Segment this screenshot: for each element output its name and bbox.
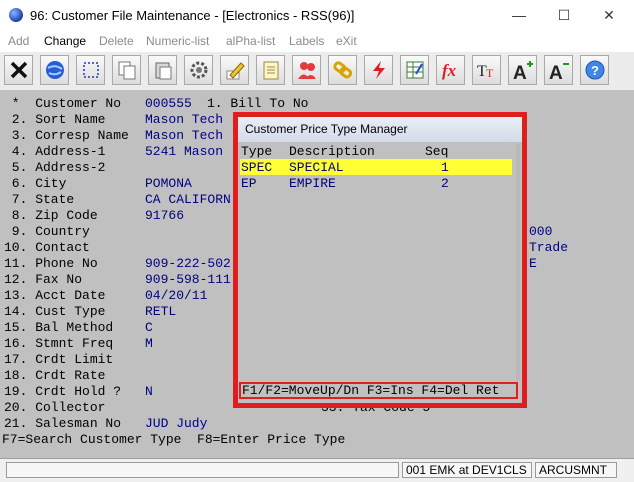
field-label: 5. Address-2: [4, 160, 106, 175]
close-x-icon[interactable]: [4, 55, 33, 85]
lightning-icon[interactable]: [364, 55, 393, 85]
app-logo-icon: [9, 8, 23, 22]
row-seq: 1: [441, 160, 449, 175]
text-format-icon[interactable]: TT: [472, 55, 501, 85]
edit-pencil-icon[interactable]: [220, 55, 249, 85]
field-label: 16. Stmnt Freq: [4, 336, 114, 351]
maximize-button[interactable]: ☐: [544, 4, 584, 26]
row-description: EMPIRE: [289, 176, 336, 191]
col-header-type: Type: [241, 144, 273, 159]
field-value[interactable]: Mason Tech: [145, 128, 223, 143]
bill-to-label: 1. Bill To No: [207, 96, 309, 111]
row-seq: 2: [441, 176, 449, 191]
svg-text:A: A: [513, 63, 527, 81]
menu-numeric-list[interactable]: Numeric-list: [146, 34, 209, 48]
copy-icon[interactable]: [112, 55, 141, 85]
right-value-1: 000: [529, 224, 553, 239]
field-value[interactable]: 04/20/11: [145, 288, 207, 303]
field-label: 4. Address-1: [4, 144, 106, 159]
field-label: 17. Crdt Limit: [4, 352, 114, 367]
field-value[interactable]: CA CALIFORN: [145, 192, 231, 207]
spreadsheet-icon[interactable]: [400, 55, 429, 85]
field-label: 20. Collector: [4, 400, 106, 415]
users-icon[interactable]: [292, 55, 321, 85]
selected-row-highlight: [240, 159, 512, 175]
font-increase-icon[interactable]: A: [508, 55, 537, 85]
function-key-line: F7=Search Customer Type F8=Enter Price T…: [0, 430, 634, 450]
field-label: 15. Bal Method: [4, 320, 114, 335]
function-key-text: F7=Search Customer Type F8=Enter Price T…: [2, 432, 346, 447]
toolbar: fx TT A A ?: [0, 52, 634, 91]
select-box-icon[interactable]: [76, 55, 105, 85]
field-label: 3. Corresp Name: [4, 128, 129, 143]
field-value[interactable]: 91766: [145, 208, 184, 223]
menu-alpha-list[interactable]: alPha-list: [226, 34, 275, 48]
field-label: 13. Acct Date: [4, 288, 106, 303]
chain-link-icon[interactable]: [328, 55, 357, 85]
field-label: 9. Country: [4, 224, 90, 239]
svg-text:A: A: [549, 63, 563, 81]
svg-text:fx: fx: [442, 61, 457, 80]
popup-title: Customer Price Type Manager: [238, 117, 522, 142]
field-label: 14. Cust Type: [4, 304, 106, 319]
field-value[interactable]: 909-598-111: [145, 272, 231, 287]
field-value[interactable]: 5241 Mason: [145, 144, 223, 159]
notepad-icon[interactable]: [256, 55, 285, 85]
field-value[interactable]: C: [145, 320, 153, 335]
status-message-pane: [6, 462, 399, 478]
popup-scrollbar[interactable]: [516, 144, 520, 380]
popup-footer-text: F1/F2=MoveUp/Dn F3=Ins F4=Del Ret: [242, 383, 500, 398]
field-value[interactable]: N: [145, 384, 153, 399]
field-label: 21. Salesman No: [4, 416, 122, 431]
price-type-manager-popup: Customer Price Type Manager Type Descrip…: [238, 117, 522, 403]
field-label: 7. State: [4, 192, 75, 207]
field-label: 19. Crdt Hold ?: [4, 384, 122, 399]
close-button[interactable]: ✕: [589, 4, 629, 26]
row-type: EP: [241, 176, 257, 191]
field-value[interactable]: Mason Tech: [145, 112, 223, 127]
menu-exit[interactable]: eXit: [336, 34, 357, 48]
field-value[interactable]: POMONA: [145, 176, 192, 191]
menu-bar: Add Change Delete Numeric-list alPha-lis…: [0, 31, 634, 52]
font-decrease-icon[interactable]: A: [544, 55, 573, 85]
field-label: 12. Fax No: [4, 272, 83, 287]
minimize-button[interactable]: —: [499, 4, 539, 26]
globe-icon[interactable]: [40, 55, 69, 85]
window-title: 96: Customer File Maintenance - [Electro…: [30, 8, 355, 23]
right-value-2: Trade: [529, 240, 569, 255]
field-label: 8. Zip Code: [4, 208, 98, 223]
gear-icon[interactable]: [184, 55, 213, 85]
field-value[interactable]: RETL: [145, 304, 176, 319]
help-icon[interactable]: ?: [580, 55, 609, 85]
svg-text:T: T: [486, 66, 494, 80]
paste-icon[interactable]: [148, 55, 177, 85]
status-bar: 001 EMK at DEV1CLS ARCUSMNT: [0, 458, 634, 482]
field-label: 6. City: [4, 176, 67, 191]
title-bar: 96: Customer File Maintenance - [Electro…: [0, 0, 634, 31]
status-program: ARCUSMNT: [535, 462, 617, 478]
field-label: 18. Crdt Rate: [4, 368, 106, 383]
row-type: SPEC: [241, 160, 273, 175]
field-label: 10. Contact: [4, 240, 90, 255]
field-label: 11. Phone No: [4, 256, 98, 271]
col-header-description: Description: [289, 144, 375, 159]
col-header-seq: Seq: [425, 144, 449, 159]
status-user: 001 EMK at DEV1CLS: [402, 462, 532, 478]
field-value[interactable]: 909-222-502: [145, 256, 231, 271]
menu-delete[interactable]: Delete: [99, 34, 134, 48]
menu-labels[interactable]: Labels: [289, 34, 324, 48]
function-fx-icon[interactable]: fx: [436, 55, 465, 85]
svg-text:?: ?: [591, 63, 599, 78]
row-description: SPECIAL: [289, 160, 344, 175]
popup-footer-keys: F1/F2=MoveUp/Dn F3=Ins F4=Del Ret: [239, 382, 518, 399]
field-value[interactable]: M: [145, 336, 153, 351]
field-value[interactable]: 000555: [145, 96, 192, 111]
field-value[interactable]: JUD Judy: [145, 416, 207, 431]
menu-change[interactable]: Change: [44, 34, 86, 48]
field-label: 2. Sort Name: [4, 112, 106, 127]
right-value-3: E: [529, 256, 537, 271]
field-label: * Customer No: [4, 96, 122, 111]
menu-add[interactable]: Add: [8, 34, 29, 48]
